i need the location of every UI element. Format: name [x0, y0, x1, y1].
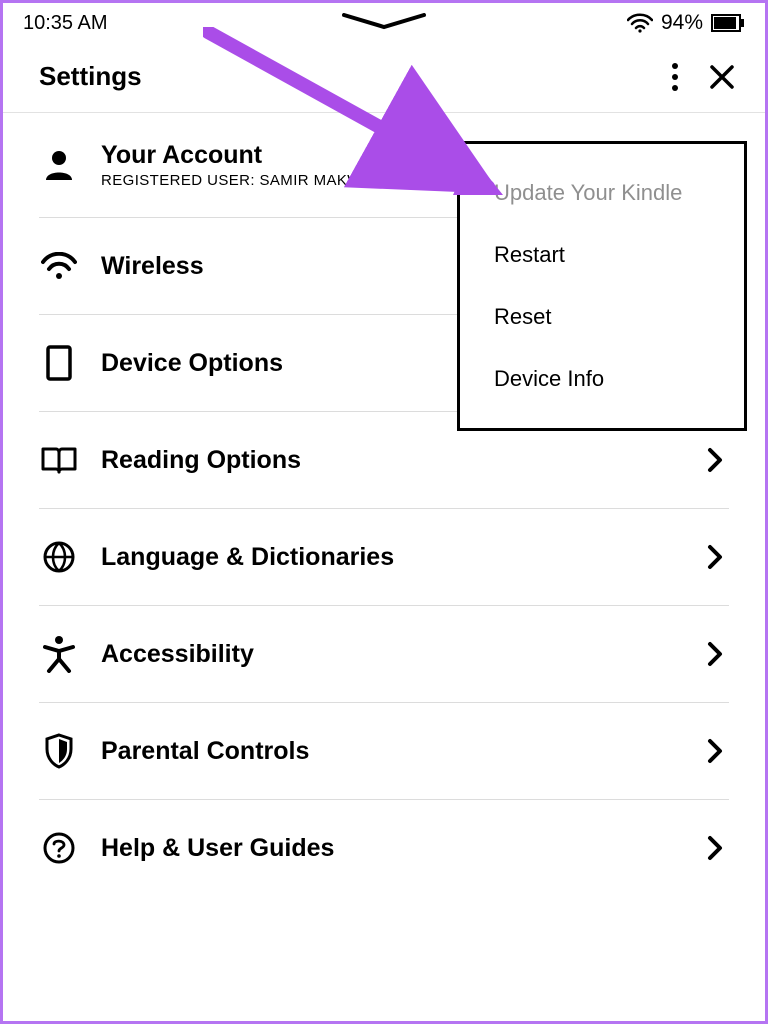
chevron-right-icon	[701, 834, 729, 862]
accessibility-item[interactable]: Accessibility	[39, 606, 729, 703]
page-title: Settings	[39, 61, 142, 92]
reset-menu-item[interactable]: Reset	[460, 286, 744, 348]
screen-frame: 10:35 AM 94% Settings	[0, 0, 768, 1024]
battery-percent: 94%	[661, 11, 703, 35]
status-bar: 10:35 AM 94%	[3, 3, 765, 39]
settings-header: Settings	[3, 39, 765, 112]
person-icon	[39, 145, 79, 185]
accessibility-icon	[39, 634, 79, 674]
close-button[interactable]	[709, 64, 735, 90]
help-icon	[39, 828, 79, 868]
wifi-icon	[627, 13, 653, 33]
chevron-right-icon	[701, 543, 729, 571]
chevron-right-icon	[701, 737, 729, 765]
item-title: Reading Options	[101, 446, 701, 475]
shield-icon	[39, 731, 79, 771]
restart-menu-item[interactable]: Restart	[460, 224, 744, 286]
more-menu-button[interactable]	[671, 62, 679, 92]
wifi-icon	[39, 246, 79, 286]
globe-icon	[39, 537, 79, 577]
status-time: 10:35 AM	[23, 12, 108, 35]
item-title: Parental Controls	[101, 737, 701, 766]
language-dictionaries-item[interactable]: Language & Dictionaries	[39, 509, 729, 606]
overflow-menu-popup: Update Your Kindle Restart Reset Device …	[457, 141, 747, 431]
drag-handle-icon[interactable]	[340, 13, 428, 31]
device-info-menu-item[interactable]: Device Info	[460, 348, 744, 410]
chevron-right-icon	[701, 446, 729, 474]
battery-icon	[711, 14, 745, 32]
tablet-icon	[39, 343, 79, 383]
item-title: Language & Dictionaries	[101, 543, 701, 572]
chevron-right-icon	[701, 640, 729, 668]
item-title: Accessibility	[101, 640, 701, 669]
parental-controls-item[interactable]: Parental Controls	[39, 703, 729, 800]
item-title: Help & User Guides	[101, 834, 701, 863]
update-kindle-menu-item: Update Your Kindle	[460, 162, 744, 224]
help-guides-item[interactable]: Help & User Guides	[39, 800, 729, 896]
book-icon	[39, 440, 79, 480]
